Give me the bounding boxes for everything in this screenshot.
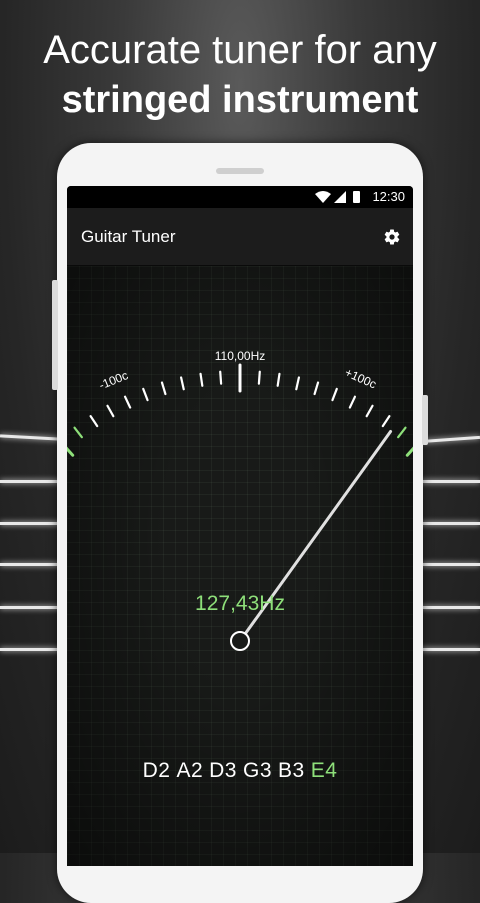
background-string <box>0 434 61 441</box>
phone-side-button <box>422 395 428 445</box>
gauge-tick <box>331 387 338 402</box>
gauge-tick <box>180 376 185 391</box>
background-string <box>0 480 60 483</box>
wifi-icon <box>315 191 331 203</box>
status-time: 12:30 <box>372 189 405 204</box>
gauge-tick <box>313 381 320 396</box>
headline-line-2: stringed instrument <box>61 79 419 121</box>
battery-icon <box>353 191 360 203</box>
background-string <box>0 563 60 566</box>
note-b3-button[interactable]: B3 <box>278 759 305 782</box>
note-e4-button[interactable]: E4 <box>311 759 338 782</box>
gauge-tick <box>142 387 149 402</box>
gauge-tick <box>295 376 300 391</box>
gauge-tick <box>73 426 83 439</box>
promo-headline: Accurate tuner for any stringed instrume… <box>0 24 480 124</box>
gauge-tick <box>365 404 374 418</box>
gauge-tick <box>160 381 167 396</box>
background-string <box>420 648 480 651</box>
gauge-tick <box>257 370 261 385</box>
note-d3-button[interactable]: D3 <box>209 759 237 782</box>
background-string <box>420 522 480 525</box>
gauge-tick <box>123 395 132 409</box>
gauge-center-label: 110,00Hz <box>215 349 265 363</box>
background-string <box>0 648 60 651</box>
gauge-left-label: -100c <box>97 368 130 392</box>
gear-icon[interactable] <box>383 228 401 246</box>
note-g3-button[interactable]: G3 <box>243 759 272 782</box>
status-bar: 12:30 <box>67 186 413 208</box>
signal-icon <box>334 191 346 203</box>
gauge-tick <box>219 370 223 385</box>
phone-speaker <box>216 168 264 174</box>
gauge-tick <box>67 446 75 457</box>
status-icons <box>315 191 360 203</box>
gauge-tick <box>199 372 204 387</box>
note-a2-button[interactable]: A2 <box>176 759 203 782</box>
phone-side-button <box>52 280 58 390</box>
gauge-pivot <box>230 631 250 651</box>
gauge-tick <box>348 395 357 409</box>
detected-frequency: 127,43Hz <box>195 592 285 615</box>
gauge-tick <box>381 415 391 428</box>
headline-line-1: Accurate tuner for any <box>43 28 437 72</box>
background-string <box>420 563 480 566</box>
app-title: Guitar Tuner <box>81 227 176 246</box>
gauge-tick <box>397 426 407 439</box>
background-string <box>419 435 480 444</box>
background-string <box>420 480 480 483</box>
string-selector: D2 A2 D3 G3 B3 E4 <box>0 759 480 783</box>
background-string <box>0 522 60 525</box>
gauge-tick <box>276 372 281 387</box>
note-d2-button[interactable]: D2 <box>143 759 171 782</box>
gauge-tick <box>89 415 99 428</box>
app-bar: Guitar Tuner <box>67 208 413 266</box>
gauge-right-label: +100c <box>343 365 379 391</box>
gauge-tick <box>106 404 115 418</box>
gauge-tick <box>405 446 413 457</box>
